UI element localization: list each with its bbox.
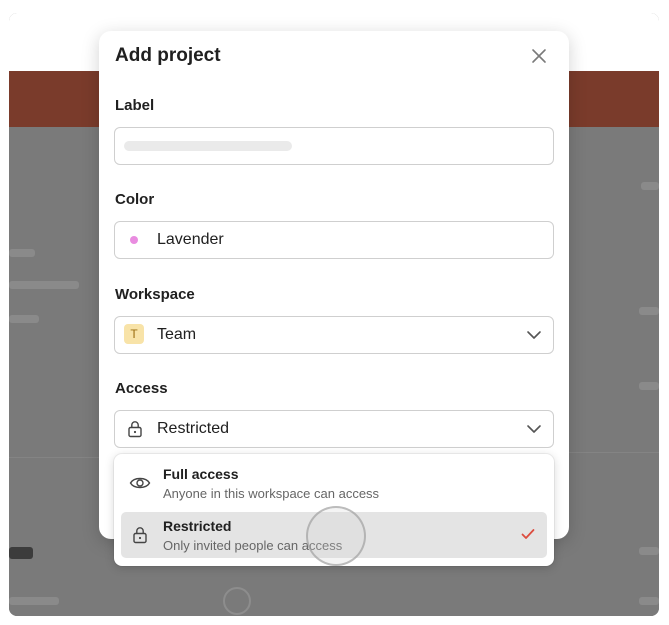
background-text-line — [639, 382, 659, 390]
workspace-field-title: Workspace — [115, 286, 195, 303]
option-description: Anyone in this workspace can access — [163, 486, 380, 501]
option-title: Full access — [163, 466, 239, 482]
chevron-down-icon — [527, 425, 541, 433]
lock-icon — [128, 421, 142, 438]
color-field-title: Color — [115, 191, 155, 208]
chevron-down-icon — [527, 331, 541, 339]
access-select[interactable]: Restricted — [114, 410, 554, 448]
access-select-value: Restricted — [157, 420, 230, 437]
close-icon — [532, 49, 546, 63]
access-field-title: Access — [115, 380, 168, 397]
eye-icon — [129, 477, 151, 489]
background-text-line — [639, 307, 659, 315]
color-select-value: Lavender — [157, 231, 224, 248]
color-select[interactable]: Lavender — [114, 221, 554, 259]
option-title: Restricted — [163, 518, 232, 534]
dialog-title: Add project — [115, 45, 221, 66]
label-field-title: Label — [115, 97, 155, 114]
background-text-line — [639, 547, 659, 555]
label-input-placeholder — [124, 141, 292, 151]
background-text-line — [9, 315, 39, 323]
checkmark-icon — [521, 529, 535, 539]
background-text-line — [9, 597, 59, 605]
background-divider — [569, 452, 659, 453]
background-circle-icon — [223, 587, 251, 615]
workspace-select[interactable]: T Team — [114, 316, 554, 354]
workspace-avatar-icon: T — [124, 324, 144, 344]
cursor-click-indicator — [306, 506, 366, 566]
background-label — [9, 547, 33, 559]
color-dot-icon — [130, 236, 138, 244]
background-text-line — [639, 597, 659, 605]
background-text-line — [641, 182, 659, 190]
lock-icon — [133, 527, 147, 544]
background-divider — [9, 457, 99, 458]
access-option-full-access[interactable]: Full access Anyone in this workspace can… — [121, 460, 547, 506]
workspace-select-value: Team — [157, 326, 197, 343]
label-input[interactable] — [114, 127, 554, 165]
background-text-line — [9, 281, 79, 289]
background-text-line — [9, 249, 35, 257]
close-button[interactable] — [529, 46, 549, 66]
